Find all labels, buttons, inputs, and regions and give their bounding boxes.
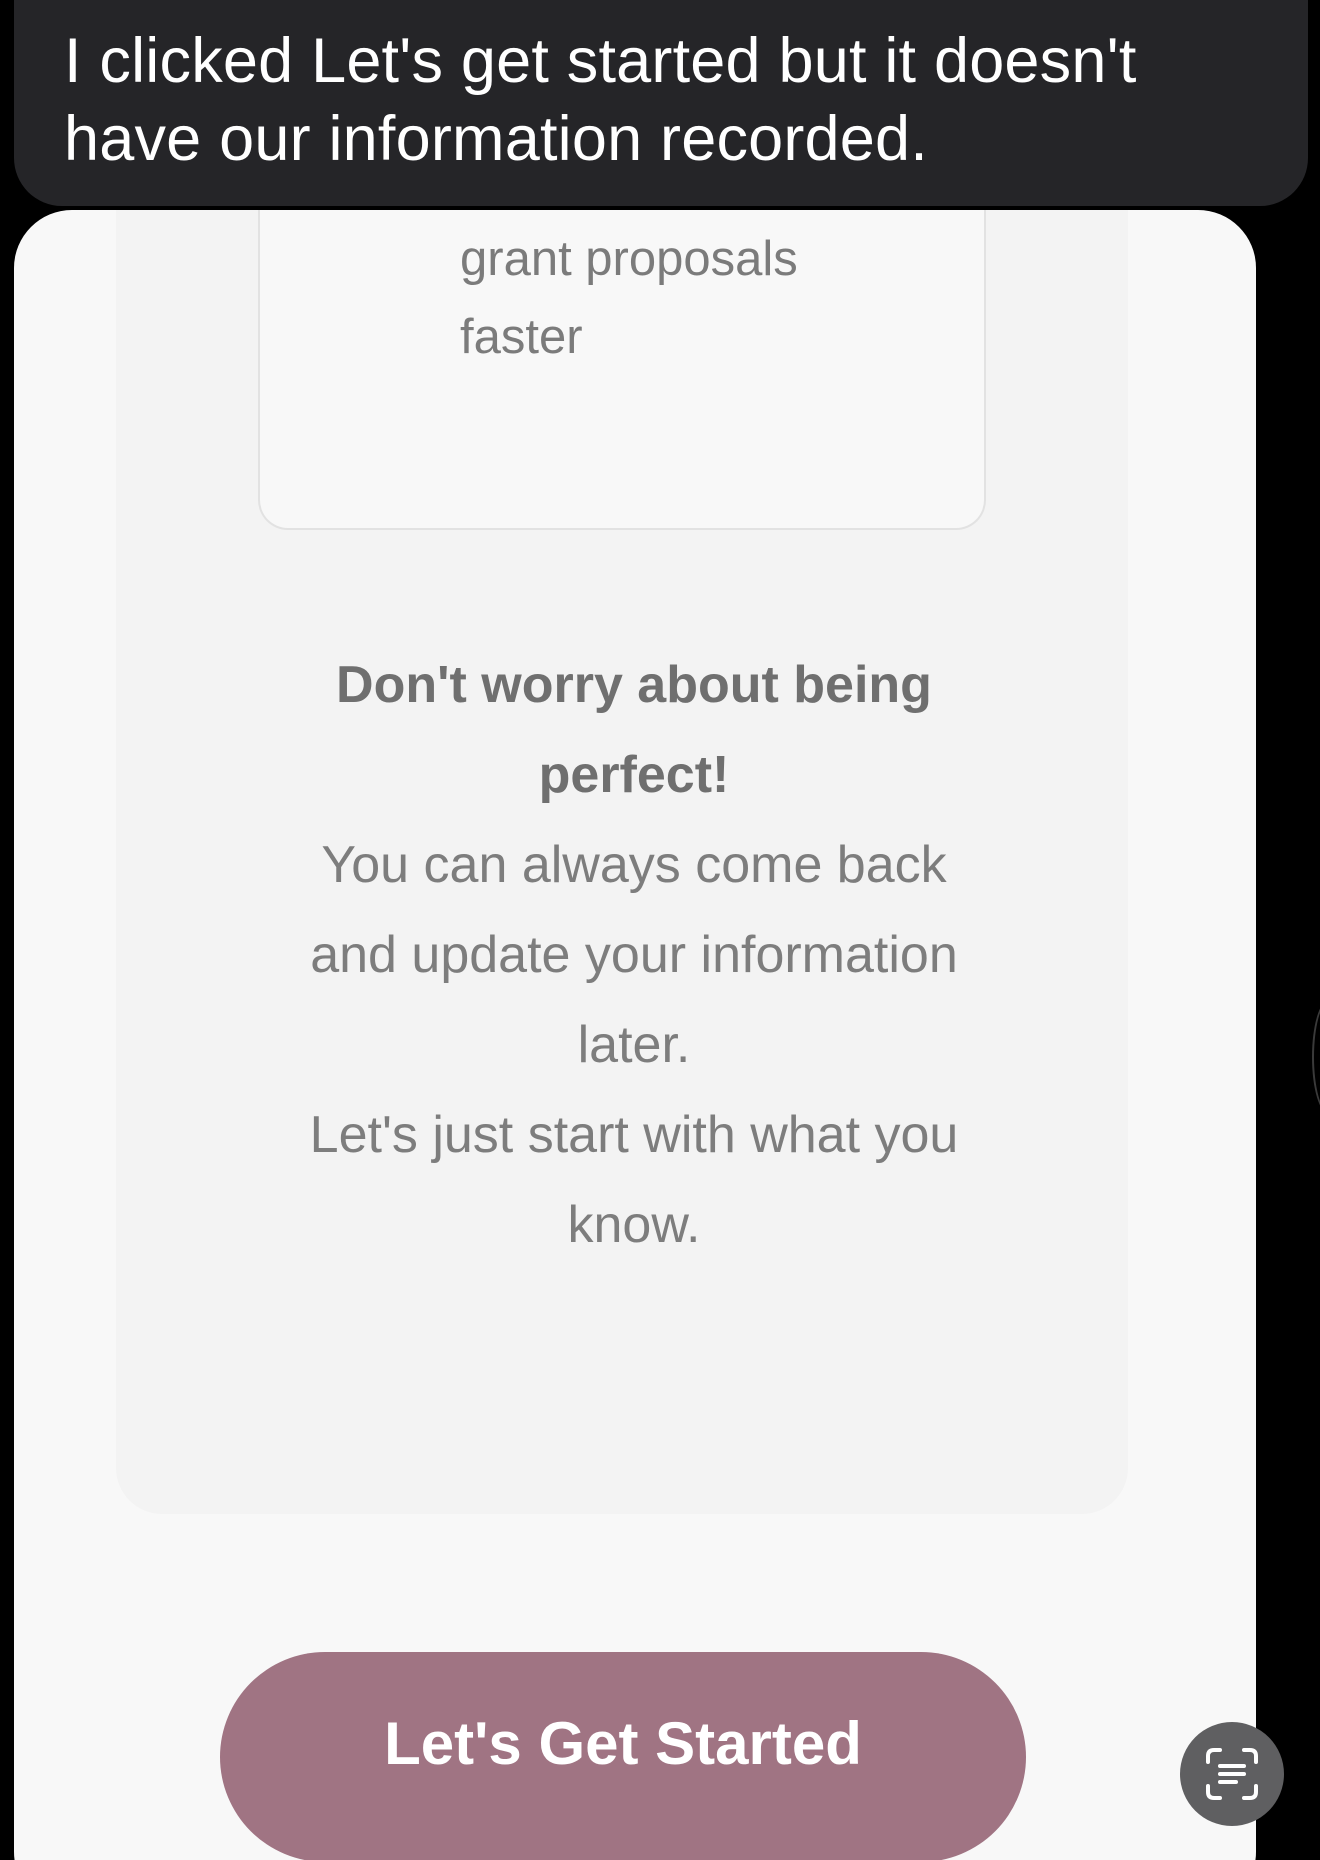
page: I clicked Let's get started but it doesn… [0, 0, 1320, 1860]
message-bubble[interactable]: I clicked Let's get started but it doesn… [14, 0, 1308, 206]
reassurance-heading: Don't worry about being perfect! [336, 656, 932, 804]
feature-text: create compelling grant proposals faster [460, 232, 798, 364]
reassurance-block: Don't worry about being perfect! You can… [174, 640, 1094, 1270]
live-text-scan-icon [1206, 1748, 1258, 1800]
reassurance-text-start: Let's just start with what you know. [309, 1106, 959, 1254]
message-text: I clicked Let's get started but it doesn… [64, 26, 1137, 174]
live-text-button[interactable] [1180, 1722, 1284, 1826]
shared-screenshot[interactable]: create compelling grant proposals faster… [14, 210, 1256, 1860]
reassurance-text-update: You can always come back and update your… [310, 836, 958, 1074]
lets-get-started-button[interactable]: Let's Get Started [220, 1652, 1026, 1860]
feature-card: create compelling grant proposals faster [258, 210, 986, 530]
edge-scroll-hint [1312, 1000, 1320, 1114]
